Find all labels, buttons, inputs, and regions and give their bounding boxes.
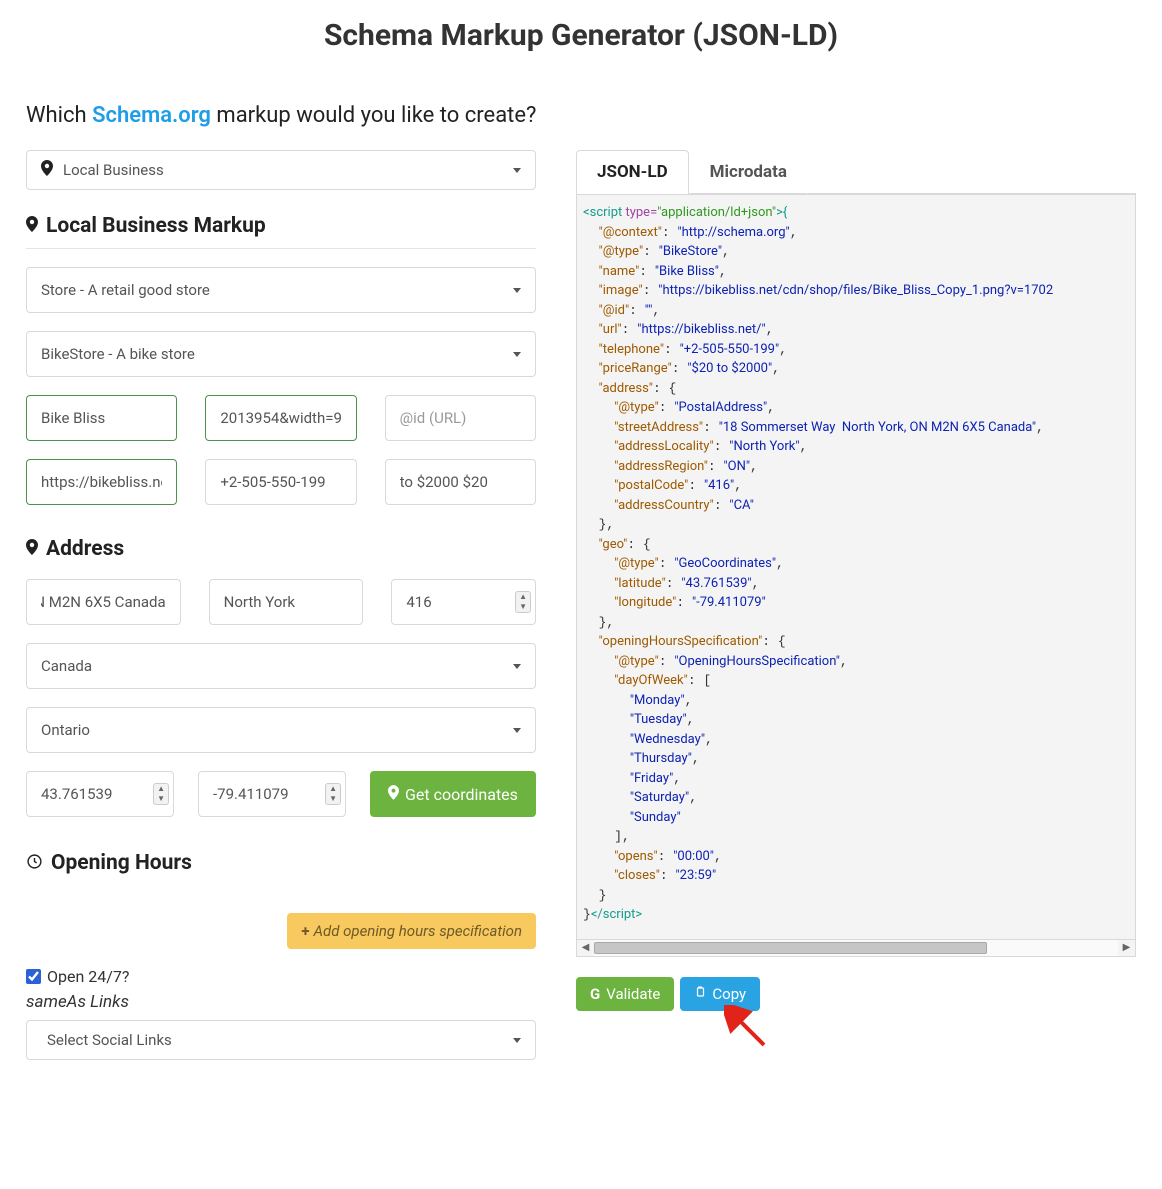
open-247-checkbox[interactable] bbox=[26, 969, 41, 984]
postal-field[interactable]: ▲▼ bbox=[391, 579, 536, 625]
annotation-arrow bbox=[576, 1011, 1136, 1051]
country-select[interactable]: Canada bbox=[26, 643, 536, 689]
city-field[interactable] bbox=[209, 579, 364, 625]
number-stepper[interactable]: ▲▼ bbox=[153, 783, 169, 805]
section-hours-heading: Opening Hours bbox=[51, 851, 192, 875]
id-field[interactable] bbox=[385, 395, 536, 441]
tab-jsonld[interactable]: JSON-LD bbox=[576, 150, 689, 194]
scroll-right-icon[interactable]: ▶ bbox=[1118, 942, 1135, 953]
tab-microdata[interactable]: Microdata bbox=[689, 150, 808, 194]
clock-icon bbox=[26, 853, 43, 874]
price-field[interactable] bbox=[385, 459, 536, 505]
scroll-left-icon[interactable]: ◀ bbox=[577, 942, 594, 953]
validate-button[interactable]: G Validate bbox=[576, 977, 674, 1011]
chevron-down-icon bbox=[513, 728, 521, 733]
number-stepper[interactable]: ▲▼ bbox=[515, 591, 531, 613]
page-title: Schema Markup Generator (JSON-LD) bbox=[26, 18, 1136, 53]
bike-store-select[interactable]: BikeStore - A bike store bbox=[26, 331, 536, 377]
open-247-checkbox-label[interactable]: Open 24/7? bbox=[26, 967, 536, 986]
street-field[interactable] bbox=[26, 579, 181, 625]
section-address-heading: Address bbox=[46, 537, 124, 561]
plus-icon: + bbox=[301, 922, 309, 940]
horizontal-scrollbar[interactable]: ◀ ▶ bbox=[576, 940, 1136, 957]
chevron-down-icon bbox=[513, 664, 521, 669]
map-pin-icon bbox=[388, 785, 399, 804]
schema-type-select[interactable]: Local Business bbox=[26, 150, 536, 190]
scroll-thumb[interactable] bbox=[594, 942, 987, 954]
chevron-down-icon bbox=[513, 288, 521, 293]
schema-org-link[interactable]: Schema.org bbox=[92, 103, 211, 128]
map-pin-icon bbox=[26, 539, 38, 559]
name-field[interactable] bbox=[26, 395, 177, 441]
number-stepper[interactable]: ▲▼ bbox=[325, 783, 341, 805]
store-type-select[interactable]: Store - A retail good store bbox=[26, 267, 536, 313]
code-output[interactable]: <script type="application/ld+json">{ "@c… bbox=[576, 194, 1136, 940]
add-opening-hours-button[interactable]: + Add opening hours specification bbox=[287, 913, 536, 949]
chevron-down-icon bbox=[513, 1038, 521, 1043]
map-pin-icon bbox=[26, 216, 38, 236]
image-field[interactable] bbox=[205, 395, 356, 441]
social-links-select[interactable]: Select Social Links bbox=[26, 1020, 536, 1060]
clipboard-icon bbox=[694, 985, 706, 1003]
get-coordinates-button[interactable]: Get coordinates bbox=[370, 771, 536, 817]
chevron-down-icon bbox=[513, 352, 521, 357]
url-field[interactable] bbox=[26, 459, 177, 505]
prompt-line: Which Schema.org markup would you like t… bbox=[26, 103, 1136, 128]
sameas-label: sameAs Links bbox=[26, 992, 536, 1012]
map-pin-icon bbox=[41, 160, 53, 180]
latitude-field[interactable]: ▲▼ bbox=[26, 771, 174, 817]
chevron-down-icon bbox=[513, 168, 521, 173]
google-g-icon: G bbox=[590, 985, 600, 1003]
longitude-field[interactable]: ▲▼ bbox=[198, 771, 346, 817]
region-select[interactable]: Ontario bbox=[26, 707, 536, 753]
section-business-heading: Local Business Markup bbox=[46, 214, 266, 238]
phone-field[interactable] bbox=[205, 459, 356, 505]
